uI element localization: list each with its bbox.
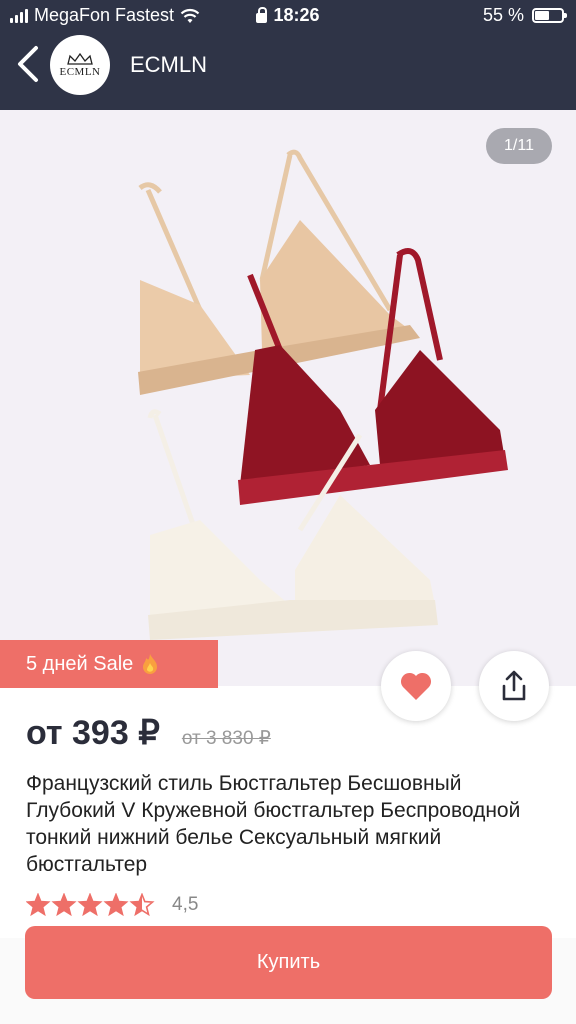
chevron-left-icon [18, 46, 38, 82]
shop-logo[interactable]: ECMLN [50, 35, 110, 95]
heart-icon [400, 672, 432, 700]
sale-badge: 5 дней Sale [0, 640, 218, 688]
back-button[interactable] [14, 44, 44, 84]
lock-icon [256, 6, 268, 23]
share-button[interactable] [479, 651, 549, 721]
top-bar: MegaFon Fastest 18:26 55 % ECMLN ECMLN [0, 0, 576, 110]
rating-stars [26, 893, 155, 917]
battery-icon [532, 8, 567, 23]
product-photo [138, 149, 508, 640]
favorite-button[interactable] [381, 651, 451, 721]
shop-name[interactable]: ECMLN [130, 52, 207, 78]
current-price: от 393 ₽ [26, 714, 160, 752]
share-icon [502, 670, 526, 701]
status-bar: MegaFon Fastest 18:26 55 % [0, 0, 576, 32]
buy-button[interactable]: Купить [25, 926, 552, 999]
old-price: от 3 830 ₽ [181, 728, 271, 749]
star-fill [53, 894, 75, 915]
product-image[interactable]: 1/11 [0, 110, 576, 686]
price-block: от 393 ₽ от 3 830 ₽ [26, 713, 271, 753]
star-fill [79, 894, 101, 915]
buy-button-label: Купить [256, 951, 321, 973]
battery-percent: 55 % [482, 5, 524, 25]
sale-badge-label: 5 дней Sale [26, 652, 134, 675]
fire-icon [143, 654, 158, 674]
image-counter: 1/11 [486, 128, 552, 164]
crown-icon [67, 52, 93, 65]
rating-value: 4,5 [172, 894, 199, 915]
logo-text: ECMLN [59, 65, 101, 78]
star-fill [105, 894, 127, 915]
product-title: Французский стиль Бюстгальтер Бесшовный … [26, 772, 521, 876]
rating: 4,5 [26, 893, 198, 917]
clock: 18:26 [273, 5, 320, 25]
star-fill [27, 894, 49, 915]
